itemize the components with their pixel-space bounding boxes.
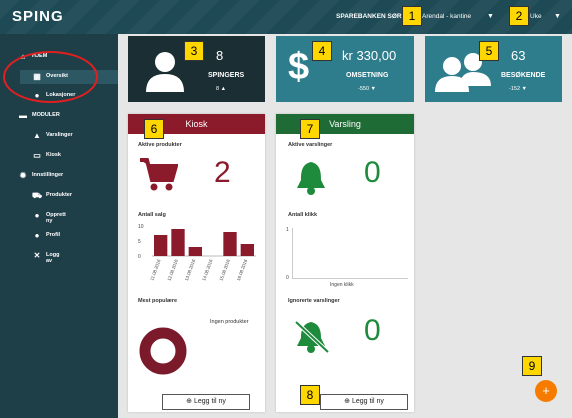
add-icon: ⊕ bbox=[186, 398, 192, 405]
x-tick-label: 11.08.2016 bbox=[149, 258, 161, 281]
omsetning-value: kr 330,00 bbox=[342, 48, 397, 63]
bar bbox=[223, 232, 237, 256]
dollar-icon: $ bbox=[288, 46, 310, 88]
donut-chart bbox=[139, 327, 187, 375]
x-tick-label: 13.08.2016 bbox=[184, 258, 197, 281]
kiosk-panel: Kiosk Aktive produkter 2 Antall salg 10 5… bbox=[128, 114, 265, 412]
sidebar: ⌂ HJEM ▦ Oversikt ● Lokasjoner ▬ MODULER ▲ Va… bbox=[0, 34, 118, 418]
store-icon: ▭ bbox=[33, 151, 41, 160]
annotation-badge-7: 7 bbox=[300, 119, 320, 139]
period-chevron-down-icon[interactable]: ▼ bbox=[554, 13, 561, 20]
varsling-clicks-empty: Ingen klikk bbox=[330, 282, 354, 288]
x-tick-label: 12.08.2016 bbox=[167, 258, 180, 281]
bell-icon bbox=[297, 162, 325, 195]
varsling-title: Varsling bbox=[276, 114, 414, 134]
annotation-badge-6: 6 bbox=[144, 119, 164, 139]
x-tick-label: 15.08.2016 bbox=[219, 258, 232, 281]
y-tick-label: 0 bbox=[138, 254, 141, 260]
y-tick-label: 10 bbox=[138, 224, 144, 230]
add-fab-button[interactable]: + bbox=[535, 380, 557, 402]
y-tick-label: 5 bbox=[138, 239, 141, 245]
varsling-active-value: 0 bbox=[364, 156, 381, 189]
add-icon: ⊕ bbox=[344, 398, 350, 405]
spingers-label: SPINGERS bbox=[208, 72, 245, 79]
app-logo: SPING bbox=[12, 8, 64, 25]
varsling-active-label: Aktive varslinger bbox=[288, 142, 333, 148]
modules-icon: ▬ bbox=[19, 111, 27, 120]
kiosk-popular-empty: Ingen produkter bbox=[210, 319, 249, 325]
annotation-badge-5: 5 bbox=[479, 41, 499, 61]
annotation-badge-1: 1 bbox=[402, 6, 422, 26]
varsling-ignored-label: Ignorerte varslinger bbox=[288, 298, 340, 304]
varsling-clicks-label: Antall klikk bbox=[288, 212, 318, 218]
user-icon: ● bbox=[34, 231, 40, 240]
cart-icon: ⛟ bbox=[32, 191, 43, 200]
user-icon bbox=[146, 52, 184, 92]
kiosk-active-value: 2 bbox=[214, 156, 231, 189]
annotation-badge-9: 9 bbox=[522, 356, 542, 376]
kiosk-add-button[interactable]: ⊕ Legg til ny bbox=[162, 394, 250, 410]
top-bar: SPING SPAREBANKEN SØR Arendal - kantine … bbox=[0, 0, 572, 34]
pin-icon: ● bbox=[34, 211, 40, 220]
besokende-delta: -152 ▼ bbox=[509, 86, 527, 92]
close-icon: ✕ bbox=[33, 251, 41, 260]
bell-icon: ▲ bbox=[33, 131, 41, 140]
varsling-ignored-value: 0 bbox=[364, 314, 381, 347]
gear-icon: ✹ bbox=[19, 171, 27, 180]
x-tick-label: 14.08.2016 bbox=[201, 258, 214, 281]
besokende-label: BESØKENDE bbox=[501, 72, 546, 79]
varsling-add-button[interactable]: ⊕ Legg til ny bbox=[320, 394, 408, 410]
kiosk-popular-label: Mest populære bbox=[138, 298, 178, 304]
x-tick-label: 16.08.2016 bbox=[236, 258, 249, 281]
kiosk-sales-label: Antall salg bbox=[138, 212, 166, 218]
besokende-value: 63 bbox=[511, 48, 526, 63]
bank-name: SPAREBANKEN SØR bbox=[336, 13, 402, 20]
annotation-badge-8: 8 bbox=[300, 385, 320, 405]
omsetning-label: OMSETNING bbox=[346, 72, 389, 79]
spingers-delta: 8 ▲ bbox=[216, 86, 227, 92]
bell-off-icon bbox=[294, 320, 330, 354]
annotation-badge-3: 3 bbox=[184, 41, 204, 61]
period-select[interactable]: Uke bbox=[530, 13, 542, 20]
spingers-value: 8 bbox=[216, 48, 224, 63]
annotation-badge-2: 2 bbox=[509, 6, 529, 26]
omsetning-delta: -550 ▼ bbox=[358, 86, 376, 92]
cart-icon bbox=[140, 158, 178, 191]
bar bbox=[171, 229, 185, 256]
bar bbox=[154, 235, 168, 256]
annotation-badge-4: 4 bbox=[312, 41, 332, 61]
bar bbox=[240, 244, 254, 256]
bar bbox=[188, 247, 202, 256]
kiosk-active-label: Aktive produkter bbox=[138, 142, 182, 148]
location-select[interactable]: Arendal - kantine bbox=[422, 13, 471, 20]
sales-chart: 10 5 0 11.08.2016 12.08.2016 13.08.2016 14.08.… bbox=[138, 224, 256, 282]
varsling-panel: Varsling Aktive varslinger 0 Antall klik… bbox=[276, 114, 414, 412]
location-chevron-down-icon[interactable]: ▼ bbox=[487, 13, 494, 20]
annotation-ellipse bbox=[3, 51, 98, 103]
card-omsetning[interactable]: $ kr 330,00 OMSETNING -550 ▼ bbox=[276, 36, 414, 102]
